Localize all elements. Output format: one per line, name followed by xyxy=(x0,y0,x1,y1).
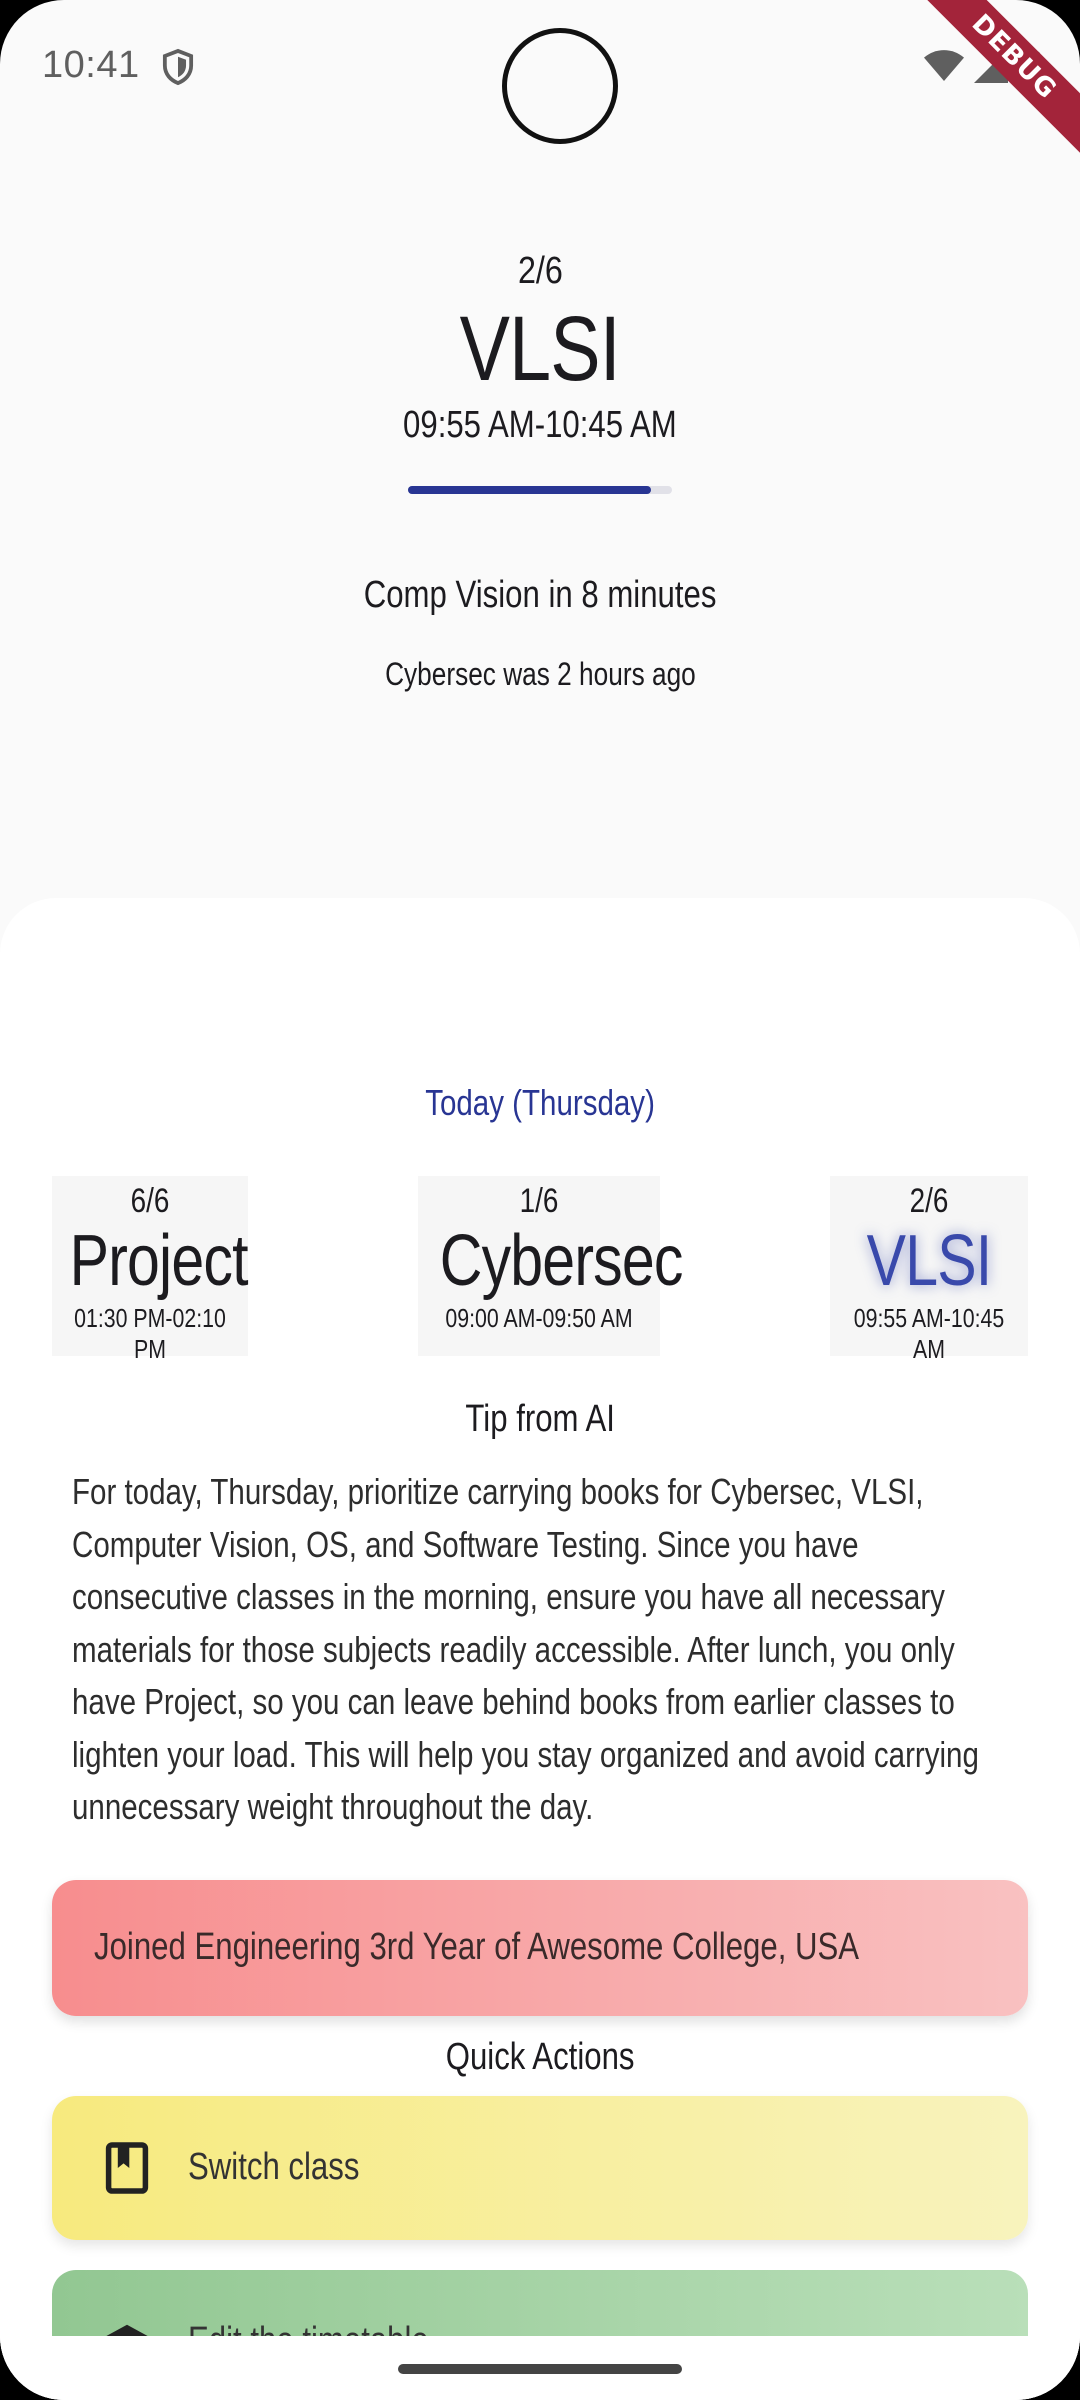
status-bar: 10:41 DEBUG xyxy=(0,0,1080,164)
next-class-text: Comp Vision in 8 minutes xyxy=(363,574,717,616)
previous-class-text: Cybersec was 2 hours ago xyxy=(384,656,696,692)
class-card-name: VLSI xyxy=(866,1221,993,1301)
book-icon xyxy=(105,2142,149,2194)
class-progress-fill xyxy=(408,486,651,494)
bottom-sheet: Today (Thursday) 6/6 Project 01:30 PM-02… xyxy=(0,898,1080,2400)
phone-screen: 10:41 DEBUG 2/6 VLSI 09:55 AM-10:45 AM C… xyxy=(0,0,1080,2400)
current-class-name: VLSI xyxy=(459,298,621,400)
class-card-count: 6/6 xyxy=(130,1182,170,1220)
switch-class-label: Switch class xyxy=(188,2146,360,2188)
current-class: 2/6 VLSI 09:55 AM-10:45 AM xyxy=(0,250,1080,447)
class-card-time: 01:30 PM-02:10 PM xyxy=(74,1303,226,1364)
tip-text: For today, Thursday, prioritize carrying… xyxy=(72,1471,979,1827)
class-progress-bar xyxy=(408,486,672,494)
current-class-count: 2/6 xyxy=(517,250,563,292)
home-indicator[interactable] xyxy=(398,2364,682,2374)
class-card-time: 09:00 AM-09:50 AM xyxy=(445,1303,633,1333)
class-card-project[interactable]: 6/6 Project 01:30 PM-02:10 PM xyxy=(52,1176,249,1364)
class-card-count: 1/6 xyxy=(519,1182,559,1220)
class-card-cybersec[interactable]: 1/6 Cybersec 09:00 AM-09:50 AM xyxy=(418,1176,684,1356)
wifi-icon xyxy=(924,50,964,81)
joined-card: Joined Engineering 3rd Year of Awesome C… xyxy=(52,1880,1028,2016)
camera-cutout xyxy=(502,28,618,144)
class-card-name: Cybersec xyxy=(439,1221,684,1301)
current-class-time: 09:55 AM-10:45 AM xyxy=(403,404,677,446)
class-card-name: Project xyxy=(69,1221,249,1301)
joined-text: Joined Engineering 3rd Year of Awesome C… xyxy=(94,1926,860,1968)
class-card-count: 2/6 xyxy=(909,1182,949,1220)
quick-actions-title: Quick Actions xyxy=(445,2036,635,2078)
class-card-vlsi[interactable]: 2/6 VLSI 09:55 AM-10:45 AM xyxy=(830,1176,1028,1364)
tip-title: Tip from AI xyxy=(465,1398,615,1440)
switch-class-button[interactable]: Switch class xyxy=(52,2096,1028,2240)
status-time: 10:41 xyxy=(42,44,140,86)
shield-icon xyxy=(162,48,194,86)
today-label: Today (Thursday) xyxy=(425,1082,655,1123)
class-card-time: 09:55 AM-10:45 AM xyxy=(853,1303,1005,1364)
